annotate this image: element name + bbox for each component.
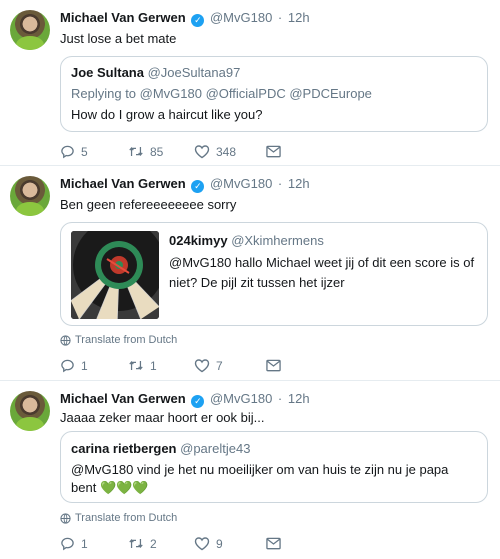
quote-text: @MvG180 hallo Michael weet jij of dit ee… [169, 255, 475, 290]
quote-header: Joe Sultana @JoeSultana97 [71, 65, 240, 80]
tweet-feed: Michael Van Gerwen ✓ @MvG180 · 12h Just … [0, 0, 500, 559]
tweet-header: Michael Van Gerwen ✓ @MvG180 · 12h [60, 10, 310, 27]
globe-icon [60, 512, 71, 524]
like-button[interactable]: 9 [194, 536, 266, 551]
tweet-text: Just lose a bet mate [60, 31, 177, 46]
translate-link[interactable]: Translate from Dutch [60, 512, 177, 524]
heart-icon [194, 359, 210, 373]
envelope-icon [266, 145, 281, 158]
retweet-count: 1 [150, 358, 157, 373]
retweet-icon [129, 360, 143, 371]
retweet-count: 85 [150, 144, 164, 159]
quote-author-handle: @Xkimhermens [231, 233, 324, 248]
avatar[interactable] [10, 176, 50, 216]
retweet-button[interactable]: 1 [128, 358, 194, 373]
reply-icon [61, 537, 74, 551]
author-handle[interactable]: @MvG180 [210, 10, 272, 25]
reply-icon [61, 145, 74, 159]
quote-header: 024kimyy @Xkimhermens [169, 233, 324, 248]
heart-icon [194, 537, 210, 551]
reply-button[interactable]: 1 [60, 536, 128, 551]
tweet-header: Michael Van Gerwen ✓ @MvG180 · 12h [60, 176, 310, 193]
green-heart-emoji: 💚💚💚 [99, 480, 149, 495]
tweet-actions: 1 2 9 [60, 536, 281, 551]
envelope-icon [266, 359, 281, 372]
quote-author-name: 024kimyy [169, 233, 228, 248]
quote-media-image[interactable] [71, 231, 159, 319]
author-name[interactable]: Michael Van Gerwen [60, 10, 186, 25]
message-button[interactable] [266, 537, 281, 550]
verified-badge-icon: ✓ [191, 180, 205, 193]
quote-author-handle: @pareltje43 [180, 441, 251, 456]
author-handle[interactable]: @MvG180 [210, 391, 272, 406]
verified-badge-icon: ✓ [191, 395, 205, 408]
author-handle[interactable]: @MvG180 [210, 176, 272, 191]
reply-button[interactable]: 5 [60, 144, 128, 159]
like-button[interactable]: 7 [194, 358, 266, 373]
message-button[interactable] [266, 145, 281, 158]
like-count: 348 [216, 144, 237, 159]
translate-link[interactable]: Translate from Dutch [60, 334, 177, 346]
author-name[interactable]: Michael Van Gerwen [60, 176, 186, 191]
reply-count: 5 [81, 144, 88, 159]
quote-text: How do I grow a haircut like you? [71, 107, 263, 122]
tweet-time[interactable]: 12h [288, 10, 310, 25]
avatar[interactable] [10, 10, 50, 50]
retweet-button[interactable]: 2 [128, 536, 194, 551]
retweet-icon [129, 146, 143, 157]
message-button[interactable] [266, 359, 281, 372]
tweet-text: Jaaaa zeker maar hoort er ook bij... [60, 410, 265, 425]
like-count: 7 [216, 358, 223, 373]
retweet-button[interactable]: 85 [128, 144, 194, 159]
verified-badge-icon: ✓ [191, 14, 205, 27]
quote-header: carina rietbergen @pareltje43 [71, 441, 250, 456]
retweet-count: 2 [150, 536, 157, 551]
author-name[interactable]: Michael Van Gerwen [60, 391, 186, 406]
tweet[interactable]: Michael Van Gerwen ✓ @MvG180 · 12h Just … [0, 0, 500, 166]
tweet-header: Michael Van Gerwen ✓ @MvG180 · 12h [60, 391, 310, 408]
globe-icon [60, 334, 71, 346]
quote-author-handle: @JoeSultana97 [147, 65, 241, 80]
tweet-text: Ben geen refereeeeeeee sorry [60, 197, 237, 212]
retweet-icon [129, 538, 143, 549]
separator-dot: · [277, 391, 283, 406]
like-button[interactable]: 348 [194, 144, 266, 159]
envelope-icon [266, 537, 281, 550]
reply-button[interactable]: 1 [60, 358, 128, 373]
separator-dot: · [277, 10, 283, 25]
separator-dot: · [277, 176, 283, 191]
quoted-tweet[interactable]: 024kimyy @Xkimhermens @MvG180 hallo Mich… [60, 222, 488, 326]
translate-label: Translate from Dutch [75, 334, 178, 346]
quote-text-block: @MvG180 vind je het nu moeilijker om van… [71, 461, 471, 497]
tweet[interactable]: Michael Van Gerwen ✓ @MvG180 · 12h Ben g… [0, 166, 500, 381]
translate-label: Translate from Dutch [75, 512, 178, 524]
quoted-tweet[interactable]: carina rietbergen @pareltje43 @MvG180 vi… [60, 431, 488, 503]
quote-author-name: Joe Sultana [71, 65, 144, 80]
reply-count: 1 [81, 536, 88, 551]
replying-to[interactable]: Replying to @MvG180 @OfficialPDC @PDCEur… [71, 86, 372, 101]
tweet-time[interactable]: 12h [288, 391, 310, 406]
quoted-tweet[interactable]: Joe Sultana @JoeSultana97 Replying to @M… [60, 56, 488, 132]
avatar[interactable] [10, 391, 50, 431]
reply-icon [61, 359, 74, 373]
tweet-actions: 1 1 7 [60, 358, 281, 373]
tweet[interactable]: Michael Van Gerwen ✓ @MvG180 · 12h Jaaaa… [0, 381, 500, 559]
quote-author-name: carina rietbergen [71, 441, 177, 456]
tweet-time[interactable]: 12h [288, 176, 310, 191]
tweet-actions: 5 85 348 [60, 144, 281, 159]
reply-count: 1 [81, 358, 88, 373]
dartboard-image [71, 231, 159, 319]
like-count: 9 [216, 536, 223, 551]
heart-icon [194, 145, 210, 159]
